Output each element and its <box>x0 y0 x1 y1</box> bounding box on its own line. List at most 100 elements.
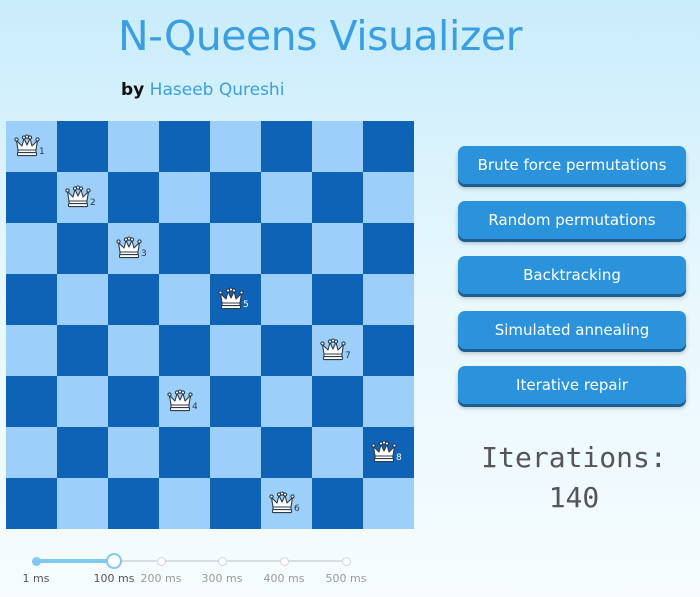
backtracking-button[interactable]: Backtracking <box>458 256 686 294</box>
queen-crown-icon <box>218 287 244 310</box>
slider-tick[interactable] <box>342 557 351 566</box>
board-square <box>57 325 108 376</box>
board-square <box>312 376 363 427</box>
board-square <box>108 325 159 376</box>
board-square <box>57 427 108 478</box>
board-square <box>57 274 108 325</box>
board-square <box>108 274 159 325</box>
board-square <box>210 121 261 172</box>
board-square <box>57 121 108 172</box>
board-square <box>159 172 210 223</box>
board-square <box>312 121 363 172</box>
brute-force-button[interactable]: Brute force permutations <box>458 146 686 184</box>
board-square <box>159 121 210 172</box>
iterations-label: Iterations: <box>481 441 667 474</box>
byline-by: by <box>121 80 145 100</box>
board-square <box>210 172 261 223</box>
board-square <box>6 172 57 223</box>
board-square <box>210 223 261 274</box>
slider-label: 400 ms <box>263 572 305 585</box>
board-square <box>261 325 312 376</box>
board-square <box>261 121 312 172</box>
board-square <box>108 427 159 478</box>
board-square <box>261 223 312 274</box>
board-square <box>261 376 312 427</box>
board-square: 5 <box>210 274 261 325</box>
board-square <box>6 376 57 427</box>
iterative-repair-button[interactable]: Iterative repair <box>458 366 686 404</box>
slider-tick[interactable] <box>218 557 227 566</box>
board-square <box>108 121 159 172</box>
queen-crown-icon <box>371 440 397 463</box>
board-square <box>159 325 210 376</box>
queen-number: 6 <box>294 504 300 514</box>
board-square: 3 <box>108 223 159 274</box>
queen-number: 8 <box>396 453 402 463</box>
board-square <box>363 223 414 274</box>
slider-label: 1 ms <box>22 572 50 585</box>
slider-tick[interactable] <box>280 557 289 566</box>
queen-number: 2 <box>90 198 96 208</box>
queen-number: 7 <box>345 351 351 361</box>
board-square <box>159 274 210 325</box>
random-permutations-button[interactable]: Random permutations <box>458 201 686 239</box>
board-square <box>6 223 57 274</box>
board-square: 2 <box>57 172 108 223</box>
board-square <box>363 274 414 325</box>
board-square <box>108 376 159 427</box>
queen-crown-icon <box>167 389 193 412</box>
board-square <box>6 325 57 376</box>
board-square <box>312 478 363 529</box>
queen-crown-icon <box>116 236 142 259</box>
author-link[interactable]: Haseeb Qureshi <box>150 80 285 100</box>
byline: by Haseeb Qureshi <box>121 80 284 100</box>
slider-label: 200 ms <box>140 572 182 585</box>
board-square <box>363 478 414 529</box>
page-title: N-Queens Visualizer <box>118 12 522 60</box>
queen-crown-icon <box>269 491 295 514</box>
queen-crown-icon <box>65 185 91 208</box>
board-square <box>57 478 108 529</box>
board-square <box>363 121 414 172</box>
board-square <box>312 172 363 223</box>
board-square <box>108 478 159 529</box>
queen-number: 5 <box>243 300 249 310</box>
board-square <box>261 172 312 223</box>
board-square <box>57 223 108 274</box>
chessboard: 1 2 3 5 7 4 8 6 <box>6 121 414 529</box>
board-square <box>6 274 57 325</box>
board-square <box>261 274 312 325</box>
slider-tick[interactable] <box>32 557 41 566</box>
board-square <box>159 427 210 478</box>
slider-tick[interactable] <box>157 557 166 566</box>
slider-handle[interactable] <box>106 553 122 569</box>
board-square <box>363 172 414 223</box>
slider-track-fill <box>36 559 114 563</box>
board-square <box>210 325 261 376</box>
slider-label: 100 ms <box>93 572 135 585</box>
queen-number: 3 <box>141 249 147 259</box>
board-square <box>210 427 261 478</box>
slider-label: 500 ms <box>325 572 367 585</box>
slider-label: 300 ms <box>201 572 243 585</box>
queen-number: 4 <box>192 402 198 412</box>
board-square: 8 <box>363 427 414 478</box>
board-square <box>363 325 414 376</box>
board-square: 7 <box>312 325 363 376</box>
board-square <box>312 223 363 274</box>
speed-slider[interactable]: 1 ms 100 ms 200 ms 300 ms 400 ms 500 ms <box>22 548 372 588</box>
board-square <box>6 478 57 529</box>
board-square <box>363 376 414 427</box>
board-square <box>159 223 210 274</box>
board-square <box>159 478 210 529</box>
board-square <box>108 172 159 223</box>
board-square <box>261 427 312 478</box>
board-square: 6 <box>261 478 312 529</box>
simulated-annealing-button[interactable]: Simulated annealing <box>458 311 686 349</box>
iterations-count: 140 <box>548 481 600 514</box>
queen-crown-icon <box>320 338 346 361</box>
board-square <box>312 427 363 478</box>
board-square <box>57 376 108 427</box>
board-square: 1 <box>6 121 57 172</box>
board-square <box>210 376 261 427</box>
